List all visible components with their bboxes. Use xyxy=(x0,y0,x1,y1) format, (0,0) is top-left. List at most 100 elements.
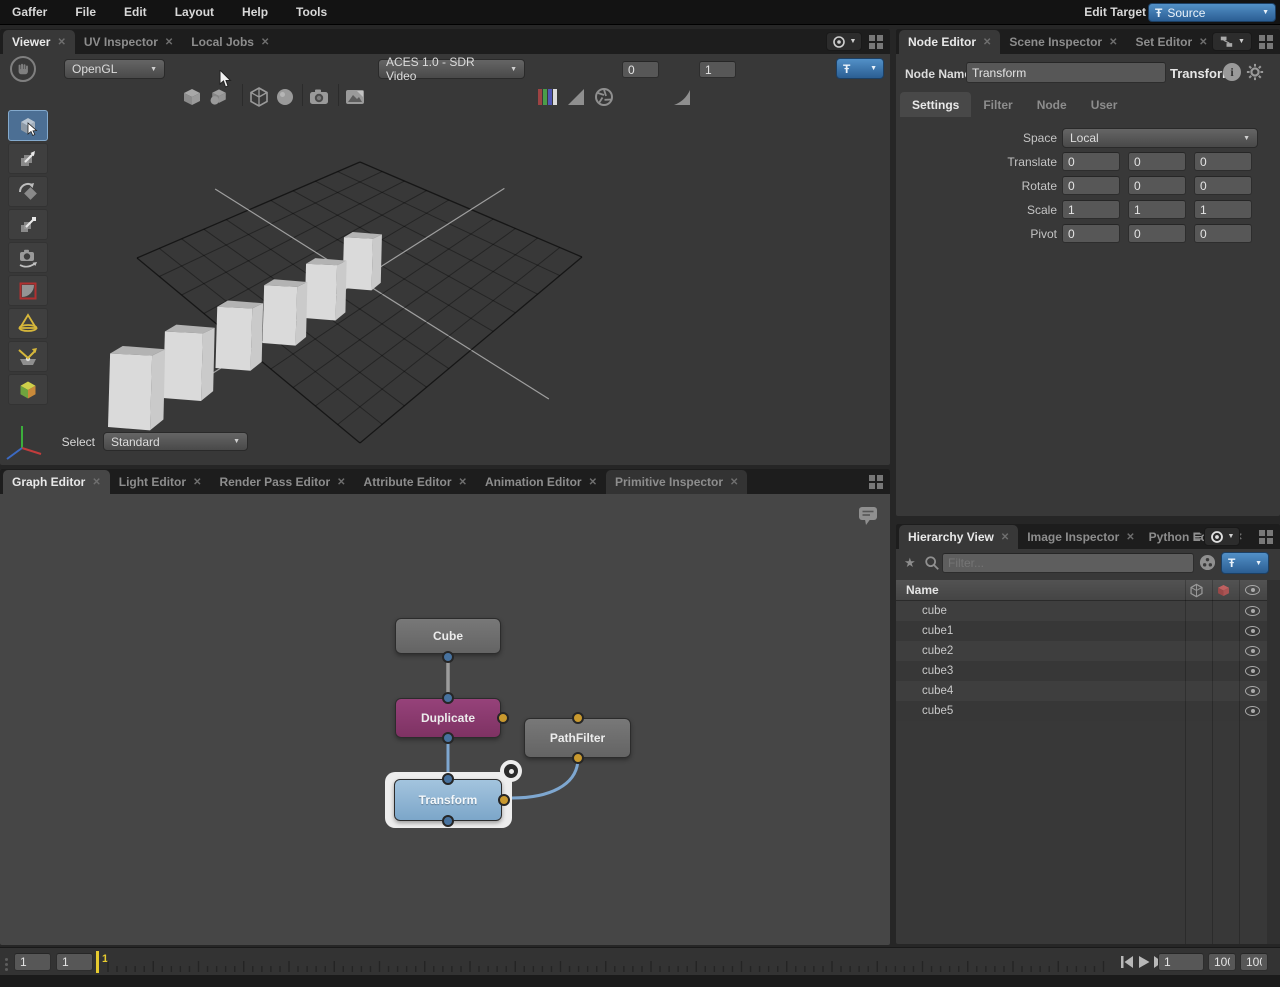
hierarchy-pin-dropdown[interactable]: Ŧ ▼ xyxy=(1221,552,1269,574)
node-cube[interactable]: Cube xyxy=(395,618,501,654)
close-icon[interactable]: ✕ xyxy=(589,477,597,488)
current-frame-input[interactable] xyxy=(1158,953,1204,971)
pivot-x-input[interactable] xyxy=(1062,224,1120,243)
menu-tools[interactable]: Tools xyxy=(284,5,343,19)
port-cube-out[interactable] xyxy=(442,651,454,663)
tab-graph-editor[interactable]: Graph Editor ✕ xyxy=(3,470,110,494)
layout-grid-icon[interactable] xyxy=(868,474,884,490)
close-icon[interactable]: ✕ xyxy=(983,37,991,48)
tool-light-position[interactable] xyxy=(8,341,48,372)
tool-rotate[interactable] xyxy=(8,176,48,207)
subtab-user[interactable]: User xyxy=(1079,92,1130,117)
tab-attribute-editor[interactable]: Attribute Editor ✕ xyxy=(355,470,476,494)
scale-x-input[interactable] xyxy=(1062,200,1120,219)
visibility-eye-icon[interactable] xyxy=(1245,646,1260,656)
tab-uv-inspector[interactable]: UV Inspector ✕ xyxy=(75,30,182,54)
port-transform-in[interactable] xyxy=(442,773,454,785)
column-name-header[interactable]: Name xyxy=(906,583,939,597)
tab-primitive-inspector[interactable]: Primitive Inspector ✕ xyxy=(606,470,748,494)
node-set-button[interactable]: ▼ xyxy=(1212,32,1252,51)
close-icon[interactable]: ✕ xyxy=(261,37,269,48)
playhead[interactable] xyxy=(96,951,99,973)
close-icon[interactable]: ✕ xyxy=(165,37,173,48)
gear-icon[interactable] xyxy=(1246,63,1264,81)
column-visibility-eye-icon[interactable] xyxy=(1245,585,1260,595)
bookmark-star-icon[interactable]: ★ xyxy=(904,555,916,571)
subtab-node[interactable]: Node xyxy=(1025,92,1079,117)
range-end-input[interactable] xyxy=(1208,953,1236,971)
tab-render-pass-editor[interactable]: Render Pass Editor ✕ xyxy=(210,470,354,494)
tab-viewer[interactable]: Viewer ✕ xyxy=(3,30,75,54)
port-duplicate-filter[interactable] xyxy=(497,712,509,724)
column-exclude-cube-icon[interactable] xyxy=(1216,583,1231,598)
tool-select[interactable] xyxy=(8,110,48,141)
viewport-3d[interactable] xyxy=(0,85,890,465)
close-icon[interactable]: ✕ xyxy=(1199,37,1207,48)
tool-crop-window[interactable] xyxy=(8,275,48,306)
camera-pan-hand-button[interactable] xyxy=(10,56,36,82)
focus-target-button[interactable]: ▼ xyxy=(826,32,862,51)
port-duplicate-in[interactable] xyxy=(442,692,454,704)
rotate-z-input[interactable] xyxy=(1194,176,1252,195)
menu-file[interactable]: File xyxy=(63,5,112,19)
scale-y-input[interactable] xyxy=(1128,200,1186,219)
skip-to-start-button[interactable] xyxy=(1120,955,1134,969)
tab-set-editor[interactable]: Set Editor ✕ xyxy=(1126,30,1216,54)
tool-visualiser[interactable] xyxy=(8,374,48,405)
menu-help[interactable]: Help xyxy=(230,5,284,19)
translate-y-input[interactable] xyxy=(1128,152,1186,171)
timeline-grip[interactable] xyxy=(5,956,8,973)
layout-grid-icon[interactable] xyxy=(868,34,884,50)
sets-filter-icon[interactable] xyxy=(1199,554,1216,571)
info-icon[interactable]: i xyxy=(1223,63,1241,81)
play-button[interactable] xyxy=(1137,955,1151,969)
tab-node-editor[interactable]: Node Editor ✕ xyxy=(899,30,1001,54)
select-mode-dropdown[interactable]: Standard ▼ xyxy=(103,432,248,451)
gamma-input[interactable] xyxy=(699,61,736,78)
focus-ring-icon[interactable] xyxy=(500,760,522,782)
close-icon[interactable]: ✕ xyxy=(92,477,100,488)
scrollbar-gutter[interactable] xyxy=(1267,580,1280,944)
visibility-eye-icon[interactable] xyxy=(1245,606,1260,616)
focus-target-button[interactable]: ▼ xyxy=(1204,527,1240,546)
playback-range-input[interactable] xyxy=(56,953,93,971)
close-icon[interactable]: ✕ xyxy=(193,477,201,488)
viewer-pin-dropdown[interactable]: Ŧ ▼ xyxy=(836,58,884,79)
subtab-settings[interactable]: Settings xyxy=(900,92,972,117)
port-duplicate-out[interactable] xyxy=(442,732,454,744)
display-transform-dropdown[interactable]: ACES 1.0 - SDR Video ▼ xyxy=(378,55,525,83)
scale-z-input[interactable] xyxy=(1194,200,1252,219)
menu-layout[interactable]: Layout xyxy=(163,5,230,19)
tool-camera[interactable] xyxy=(8,242,48,273)
translate-z-input[interactable] xyxy=(1194,152,1252,171)
filter-input[interactable] xyxy=(942,553,1194,573)
close-icon[interactable]: ✕ xyxy=(337,477,345,488)
tab-scene-inspector[interactable]: Scene Inspector ✕ xyxy=(1000,30,1126,54)
close-icon[interactable]: ✕ xyxy=(1126,532,1134,543)
subtab-filter[interactable]: Filter xyxy=(971,92,1024,117)
visibility-eye-icon[interactable] xyxy=(1245,706,1260,716)
tool-translate[interactable] xyxy=(8,143,48,174)
edit-target-dropdown[interactable]: Ŧ Source ▼ xyxy=(1148,3,1276,22)
layout-grid-icon[interactable] xyxy=(1258,529,1274,545)
exposure-input[interactable] xyxy=(622,61,659,78)
menu-hamburger-icon[interactable]: ≡ xyxy=(1194,528,1202,544)
close-icon[interactable]: ✕ xyxy=(459,477,467,488)
pivot-z-input[interactable] xyxy=(1194,224,1252,243)
menu-edit[interactable]: Edit xyxy=(112,5,163,19)
close-icon[interactable]: ✕ xyxy=(1001,532,1009,543)
tab-light-editor[interactable]: Light Editor ✕ xyxy=(110,470,211,494)
tab-animation-editor[interactable]: Animation Editor ✕ xyxy=(476,470,606,494)
tool-light[interactable] xyxy=(8,308,48,339)
port-transform-out[interactable] xyxy=(442,815,454,827)
rotate-x-input[interactable] xyxy=(1062,176,1120,195)
menu-gaffer[interactable]: Gaffer xyxy=(0,5,63,19)
frame-end-input[interactable] xyxy=(1240,953,1268,971)
translate-x-input[interactable] xyxy=(1062,152,1120,171)
playback-start-input[interactable] xyxy=(14,953,51,971)
pivot-y-input[interactable] xyxy=(1128,224,1186,243)
visibility-eye-icon[interactable] xyxy=(1245,666,1260,676)
tool-scale[interactable] xyxy=(8,209,48,240)
port-transform-filter[interactable] xyxy=(498,794,510,806)
visibility-eye-icon[interactable] xyxy=(1245,686,1260,696)
